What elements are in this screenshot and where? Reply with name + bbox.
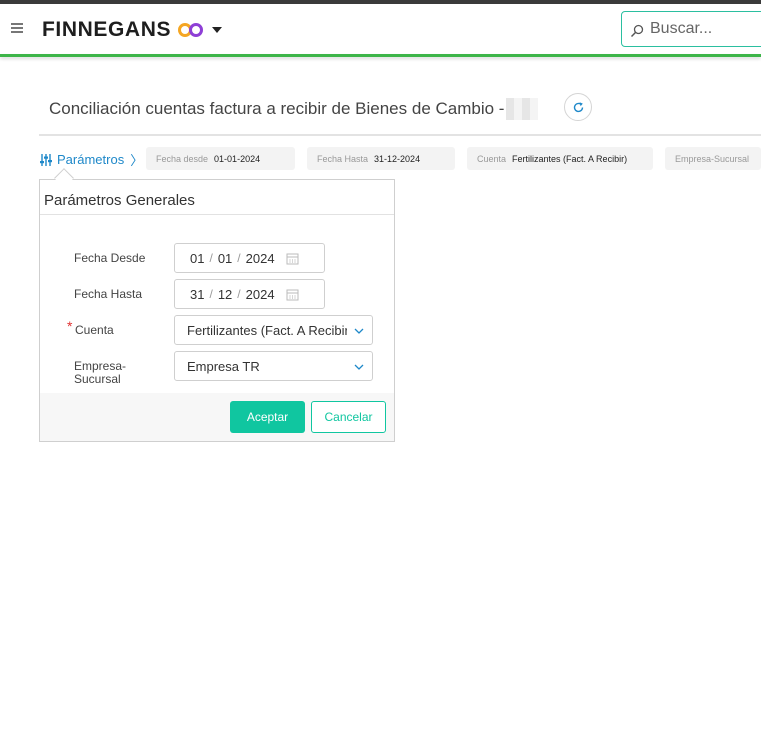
brand[interactable]: FINNEGANS (42, 18, 223, 42)
params-toggle[interactable]: Parámetros 〉 (39, 150, 143, 169)
label-empresa-line2: Sucursal (74, 372, 121, 386)
popover-title: Parámetros Generales (44, 192, 195, 209)
label-empresa-line1: Empresa- (74, 359, 127, 373)
calendar-icon[interactable] (286, 288, 299, 301)
label-fecha-desde: Fecha Desde (74, 251, 146, 265)
chip-label: Cuenta (477, 153, 507, 164)
search-icon (630, 24, 644, 37)
chip-value: Fertilizantes (Fact. A Recibir) (512, 153, 628, 164)
chip-label: Fecha Hasta (317, 153, 369, 164)
required-indicator: * (67, 318, 73, 334)
brand-name: FINNEGANS (42, 18, 172, 41)
chip-value: 01-01-2024 (214, 153, 261, 164)
calendar-icon[interactable] (286, 252, 299, 265)
chip-value: 31-12-2024 (374, 153, 421, 164)
fecha-hasta-month[interactable]: 12 (218, 287, 232, 302)
header-accent-line (0, 54, 761, 57)
chevron-down-icon (354, 364, 364, 370)
params-popover: Parámetros Generales Fecha Desde 01 / 01… (39, 179, 395, 442)
refresh-icon (573, 101, 583, 112)
page-title-text: Conciliación cuentas factura a recibir d… (49, 99, 505, 118)
fecha-desde-day[interactable]: 01 (190, 251, 204, 266)
empresa-select[interactable]: Empresa TR (174, 351, 373, 381)
sliders-icon (40, 153, 52, 166)
params-toggle-label: Parámetros (57, 152, 125, 167)
cancel-button[interactable]: Cancelar (311, 401, 386, 433)
label-fecha-hasta: Fecha Hasta (74, 287, 143, 301)
brand-logo-icon (178, 23, 204, 37)
popover-footer: Aceptar Cancelar (40, 393, 394, 441)
chip-label: Empresa-Sucursal (675, 153, 750, 164)
fecha-hasta-input[interactable]: 31 / 12 / 2024 (174, 279, 325, 309)
chip-label: Fecha desde (156, 153, 209, 164)
search-box[interactable] (621, 11, 761, 47)
params-bar: Parámetros 〉 Fecha desde 01-01-2024 Fech… (39, 147, 761, 171)
cuenta-select-value: Fertilizantes (Fact. A Recibir) (187, 322, 347, 338)
menu-icon[interactable] (11, 23, 23, 33)
chip-cuenta[interactable]: Cuenta Fertilizantes (Fact. A Recibir) (467, 147, 653, 170)
chip-fecha-desde[interactable]: Fecha desde 01-01-2024 (146, 147, 295, 170)
search-input[interactable] (650, 20, 760, 38)
title-divider (39, 134, 761, 136)
popover-divider (40, 214, 394, 215)
app-header: FINNEGANS (0, 4, 761, 54)
fecha-hasta-day[interactable]: 31 (190, 287, 204, 302)
chevron-down-icon (354, 328, 364, 334)
fecha-desde-year[interactable]: 2024 (246, 251, 275, 266)
label-empresa-sucursal: Empresa- Sucursal (74, 360, 126, 386)
fecha-desde-input[interactable]: 01 / 01 / 2024 (174, 243, 325, 273)
cuenta-select[interactable]: Fertilizantes (Fact. A Recibir) (174, 315, 373, 345)
redacted-title-part (506, 98, 539, 120)
label-cuenta: Cuenta (75, 323, 114, 337)
refresh-button[interactable] (564, 93, 592, 121)
chip-empresa-sucursal[interactable]: Empresa-Sucursal (665, 147, 761, 170)
brand-dropdown-icon[interactable] (212, 27, 223, 33)
chip-fecha-hasta[interactable]: Fecha Hasta 31-12-2024 (307, 147, 455, 170)
chevron-right-icon: 〉 (130, 153, 144, 168)
page-title: Conciliación cuentas factura a recibir d… (49, 98, 539, 120)
accept-button[interactable]: Aceptar (230, 401, 305, 433)
fecha-desde-month[interactable]: 01 (218, 251, 232, 266)
empresa-select-value: Empresa TR (187, 358, 260, 374)
fecha-hasta-year[interactable]: 2024 (246, 287, 275, 302)
